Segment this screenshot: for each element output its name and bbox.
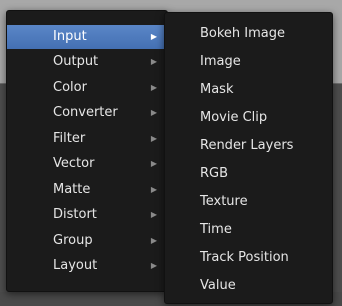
submenu-arrow-icon: ▶ <box>150 236 157 245</box>
submenu-arrow-icon: ▶ <box>150 159 157 168</box>
menu-item-label: Matte <box>53 182 91 197</box>
submenu-item-label: Bokeh Image <box>200 26 286 41</box>
submenu-item-label: Track Position <box>200 250 289 265</box>
submenu-item-texture[interactable]: Texture <box>165 190 332 214</box>
submenu-item-label: RGB <box>200 166 229 181</box>
submenu-item-bokeh-image[interactable]: Bokeh Image <box>165 22 332 46</box>
menu-item-label: Filter <box>53 131 86 146</box>
submenu-item-label: Movie Clip <box>200 110 268 125</box>
submenu-arrow-icon: ▶ <box>150 32 157 41</box>
menu-item-label: Input <box>53 29 87 44</box>
menu-item-input[interactable]: Input ▶ <box>7 25 167 49</box>
submenu-arrow-icon: ▶ <box>150 108 157 117</box>
menu-item-label: Vector <box>53 156 95 171</box>
menu-item-converter[interactable]: Converter ▶ <box>7 101 167 125</box>
submenu-item-label: Image <box>200 54 241 69</box>
menu-item-filter[interactable]: Filter ▶ <box>7 127 167 151</box>
submenu-arrow-icon: ▶ <box>150 83 157 92</box>
submenu-arrow-icon: ▶ <box>150 210 157 219</box>
submenu-item-label: Mask <box>200 82 234 97</box>
menu-item-label: Output <box>53 54 99 69</box>
menu-item-label: Group <box>53 233 93 248</box>
submenu-arrow-icon: ▶ <box>150 261 157 270</box>
input-submenu: Bokeh Image Image Mask Movie Clip Render… <box>164 12 333 304</box>
submenu-arrow-icon: ▶ <box>150 134 157 143</box>
menu-item-label: Layout <box>53 258 98 273</box>
menu-item-vector[interactable]: Vector ▶ <box>7 152 167 176</box>
add-node-category-menu: Input ▶ Output ▶ Color ▶ Converter ▶ Fil… <box>6 10 168 292</box>
menu-item-matte[interactable]: Matte ▶ <box>7 178 167 202</box>
menu-item-label: Distort <box>53 207 97 222</box>
menu-item-distort[interactable]: Distort ▶ <box>7 203 167 227</box>
menu-item-group[interactable]: Group ▶ <box>7 229 167 253</box>
submenu-item-image[interactable]: Image <box>165 50 332 74</box>
menu-item-label: Converter <box>53 105 118 120</box>
submenu-item-time[interactable]: Time <box>165 218 332 242</box>
submenu-item-render-layers[interactable]: Render Layers <box>165 134 332 158</box>
submenu-item-label: Time <box>200 222 232 237</box>
submenu-item-track-position[interactable]: Track Position <box>165 246 332 270</box>
submenu-item-label: Value <box>200 278 236 293</box>
submenu-item-movie-clip[interactable]: Movie Clip <box>165 106 332 130</box>
submenu-arrow-icon: ▶ <box>150 57 157 66</box>
menu-item-layout[interactable]: Layout ▶ <box>7 254 167 278</box>
menu-item-output[interactable]: Output ▶ <box>7 50 167 74</box>
submenu-item-mask[interactable]: Mask <box>165 78 332 102</box>
submenu-item-value[interactable]: Value <box>165 274 332 298</box>
menu-item-label: Color <box>53 80 87 95</box>
submenu-item-label: Render Layers <box>200 138 294 153</box>
submenu-item-label: Texture <box>200 194 248 209</box>
submenu-item-rgb[interactable]: RGB <box>165 162 332 186</box>
menu-item-color[interactable]: Color ▶ <box>7 76 167 100</box>
submenu-arrow-icon: ▶ <box>150 185 157 194</box>
